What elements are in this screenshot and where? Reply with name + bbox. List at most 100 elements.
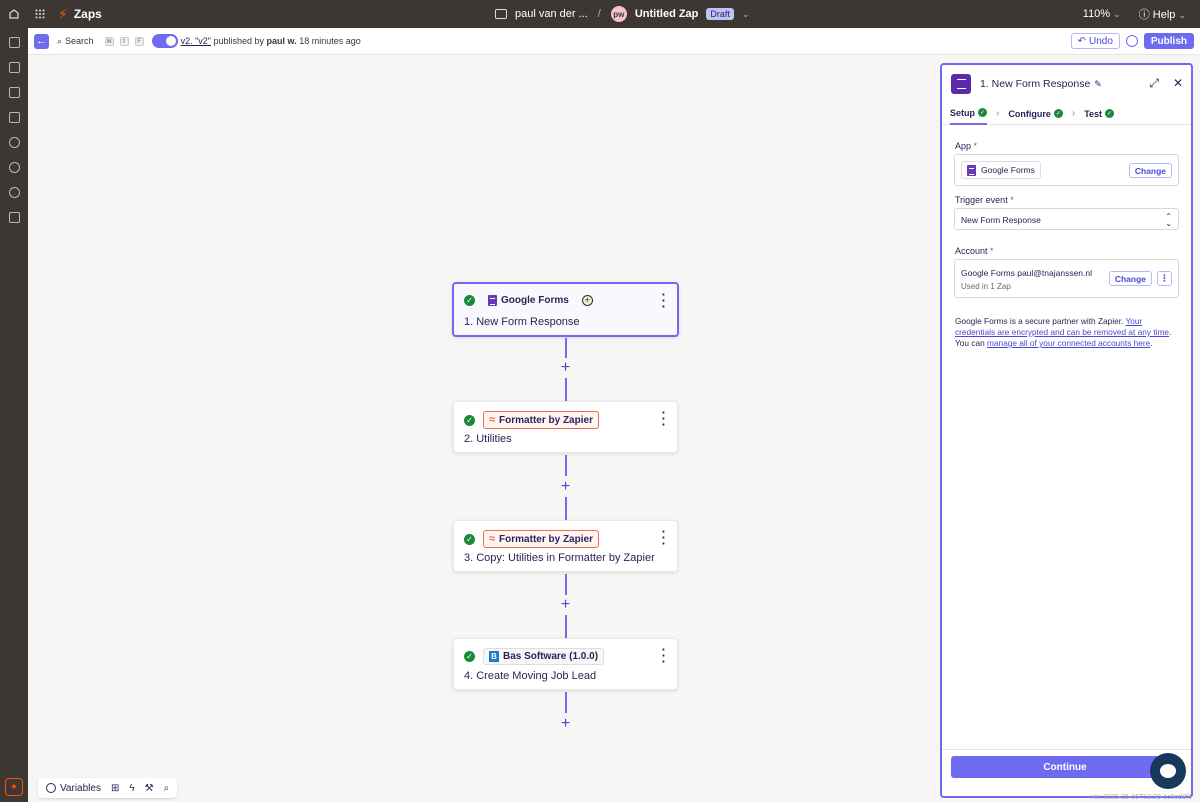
variables-label: Variables: [60, 782, 101, 794]
check-icon: ✓: [978, 108, 988, 117]
avatar[interactable]: pw: [610, 6, 627, 22]
trigger-event-select[interactable]: New Form Response ⌃ ⌄: [954, 208, 1179, 230]
version-link[interactable]: v2. "v2": [181, 36, 211, 46]
tab-label: Setup: [950, 107, 976, 118]
step-card[interactable]: ✓ Google Forms + 1. New Form Response · ·…: [452, 282, 679, 337]
tab-label: Test: [1084, 108, 1103, 119]
activity-nav-icon[interactable]: [0, 155, 28, 180]
step-card[interactable]: ✓ ≈ Formatter by Zapier 3. Copy: Utilitie…: [453, 520, 678, 572]
chevron-right-icon: ›: [996, 108, 1000, 119]
comments-nav-icon[interactable]: [0, 80, 28, 105]
author-name: paul w.: [266, 36, 297, 46]
label-text: Trigger event: [955, 195, 1008, 205]
change-account-button[interactable]: Change: [1108, 271, 1152, 286]
add-app-icon[interactable]: ⊞: [107, 779, 123, 797]
step-card[interactable]: ✓ ≈ Formatter by Zapier 2. Utilities · · ·: [453, 401, 678, 453]
add-step-icon[interactable]: +: [559, 716, 572, 732]
panel-header: 1. New Form Response ✎ ⤢ ✕: [942, 65, 1191, 103]
step-config-panel: 1. New Form Response ✎ ⤢ ✕ Setup ✓ › Conf…: [940, 63, 1193, 798]
add-step-icon[interactable]: +: [559, 479, 572, 495]
top-bar: ⚡ Zaps paul van der ... / pw Untitled Za…: [0, 0, 1200, 28]
app-name: Formatter by Zapier: [499, 414, 593, 426]
bas-software-icon: B: [489, 651, 499, 662]
connector-line: [565, 497, 567, 520]
chat-support-button[interactable]: [1150, 753, 1186, 789]
app-value: Google Forms: [981, 165, 1035, 175]
globe-icon: [46, 783, 56, 793]
edit-icon[interactable]: ✎: [1094, 79, 1102, 90]
zap-canvas[interactable]: ✓ Google Forms + 1. New Form Response · ·…: [28, 55, 940, 802]
required-mark: *: [1010, 195, 1014, 205]
version-history-icon[interactable]: [1125, 35, 1138, 47]
left-sidebar: ✦: [0, 28, 28, 802]
connector-line: [565, 574, 567, 595]
chevron-right-icon: ›: [1071, 108, 1076, 119]
trigger-field-label: Trigger event *: [955, 195, 1014, 205]
notice-text: .: [1150, 338, 1153, 348]
ai-assistant-icon[interactable]: ✦: [5, 778, 23, 796]
folder-name[interactable]: paul van der ...: [515, 8, 588, 20]
panel-title[interactable]: 1. New Form Response: [980, 78, 1090, 90]
more-options-icon[interactable]: · · ·: [662, 406, 666, 431]
bolt-icon[interactable]: ϟ: [125, 779, 138, 797]
version-footer: ver. 2025-05-06T13:30-1c0ad3f1: [1090, 794, 1192, 801]
connector-line: [565, 455, 567, 476]
zaps-nav-icon[interactable]: [0, 30, 28, 55]
change-app-button[interactable]: Change: [1128, 163, 1172, 178]
zoom-control[interactable]: 110% ⌄: [1083, 8, 1121, 20]
continue-button[interactable]: Continue: [951, 756, 1179, 778]
search-button[interactable]: ⌕ Search ⌘ ⇧ F: [57, 36, 144, 47]
google-forms-icon: [951, 74, 971, 94]
shortcut-key: ⇧: [119, 36, 129, 46]
chevron-down-icon[interactable]: ⌄: [742, 9, 750, 20]
tab-configure[interactable]: Configure ✓: [1008, 103, 1063, 125]
select-arrows-icon: ⌃ ⌄: [1165, 212, 1172, 228]
folder-icon: [495, 9, 507, 19]
add-step-icon[interactable]: +: [559, 597, 572, 613]
add-step-icon[interactable]: +: [559, 360, 572, 376]
chevron-down-icon: ⌄: [1113, 9, 1121, 19]
variables-button[interactable]: Variables: [42, 779, 105, 797]
tools-icon[interactable]: ⚒: [141, 779, 158, 797]
app-chip: Google Forms: [483, 293, 574, 308]
files-nav-icon[interactable]: [0, 55, 28, 80]
more-options-icon[interactable]: · · ·: [662, 525, 666, 550]
archive-nav-icon[interactable]: [0, 205, 28, 230]
app-name[interactable]: Zaps: [74, 7, 102, 21]
settings-nav-icon[interactable]: [0, 180, 28, 205]
help-label: Help: [1152, 9, 1176, 21]
home-icon[interactable]: [0, 0, 28, 28]
tab-setup[interactable]: Setup ✓: [950, 103, 988, 125]
undo-button[interactable]: ↶ Undo: [1070, 33, 1120, 49]
expand-icon[interactable]: ⤢: [1149, 76, 1159, 91]
step-card[interactable]: ✓ B Bas Software (1.0.0) 4. Create Moving…: [453, 638, 678, 690]
connector-line: [565, 338, 567, 358]
step-title: 3. Copy: Utilities in Formatter by Zapie…: [464, 552, 655, 564]
zap-on-toggle[interactable]: [151, 34, 178, 48]
connector-line: [565, 692, 567, 713]
trigger-value: New Form Response: [961, 215, 1041, 225]
add-icon[interactable]: +: [581, 295, 593, 306]
history-nav-icon[interactable]: [0, 130, 28, 155]
search-icon[interactable]: ⌕: [160, 779, 174, 797]
close-icon[interactable]: ✕: [1173, 76, 1183, 91]
zapier-logo-icon: ⚡: [58, 5, 68, 22]
breadcrumb-separator: /: [597, 8, 601, 20]
apps-grid-icon[interactable]: [32, 6, 48, 22]
tab-test[interactable]: Test ✓: [1084, 103, 1115, 125]
calendar-nav-icon[interactable]: [0, 105, 28, 130]
app-name: Formatter by Zapier: [499, 533, 593, 545]
publish-button[interactable]: Publish: [1143, 33, 1194, 49]
back-button[interactable]: ←: [34, 33, 49, 49]
help-menu[interactable]: ⓘ Help ⌄: [1139, 6, 1186, 22]
more-options-icon[interactable]: · · ·: [662, 643, 666, 668]
undo-label: Undo: [1088, 35, 1113, 47]
label-text: Account: [955, 246, 988, 256]
more-options-icon[interactable]: ⋮: [1157, 271, 1172, 286]
required-mark: *: [990, 246, 994, 256]
security-notice: Google Forms is a secure partner with Za…: [955, 316, 1183, 349]
step-title: 2. Utilities: [464, 433, 512, 445]
zap-title[interactable]: Untitled Zap: [635, 8, 699, 20]
more-options-icon[interactable]: · · ·: [662, 288, 666, 313]
manage-accounts-link[interactable]: manage all of your connected accounts he…: [987, 338, 1150, 348]
